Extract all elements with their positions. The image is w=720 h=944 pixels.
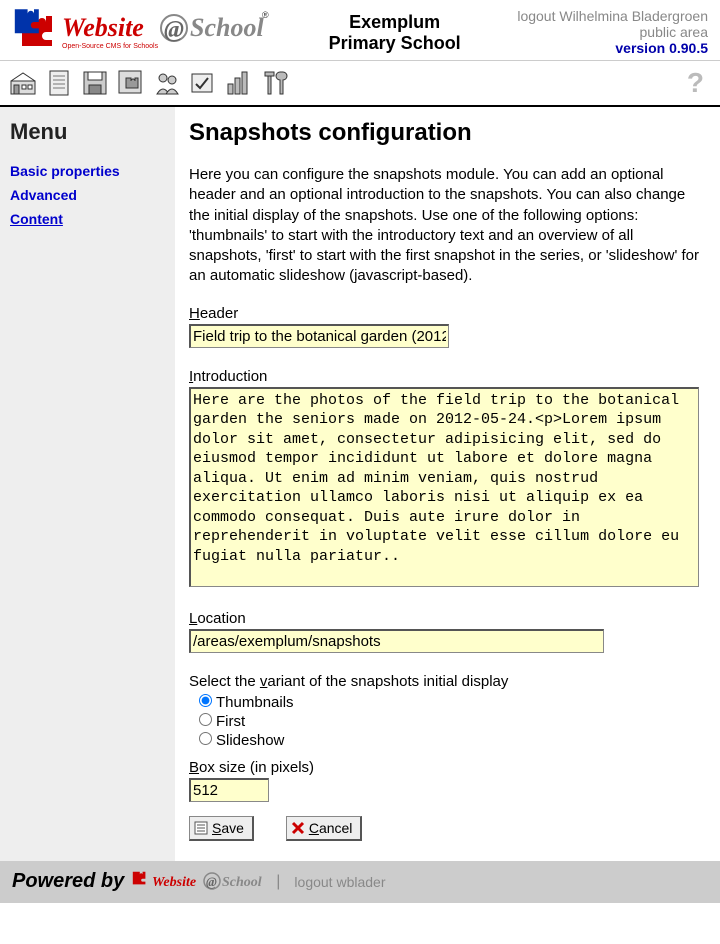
svg-text:®: ® — [262, 10, 269, 20]
puzzle-icon — [15, 9, 52, 46]
stats-icon[interactable] — [224, 68, 254, 98]
sidebar-item-content[interactable]: Content — [10, 211, 165, 227]
svg-text:Website: Website — [62, 13, 144, 42]
svg-text:School: School — [222, 875, 262, 890]
variant-thumbnails-radio[interactable] — [199, 694, 212, 707]
boxsize-label: Box size (in pixels) — [189, 759, 700, 776]
header-label: Header — [189, 305, 700, 322]
introduction-label: Introduction — [189, 368, 700, 385]
header-meta: logout Wilhelmina Bladergroen public are… — [517, 8, 708, 56]
intro-text: Here you can configure the snapshots mod… — [189, 165, 700, 287]
footer: Powered by Website @ School | logout wbl… — [0, 861, 720, 903]
home-icon[interactable] — [8, 68, 38, 98]
svg-text:Website: Website — [152, 875, 196, 890]
powered-by-text: Powered by — [12, 870, 124, 893]
cancel-icon — [291, 821, 305, 835]
variant-slideshow-radio[interactable] — [199, 732, 212, 745]
sidebar-title: Menu — [10, 119, 165, 145]
svg-text:@: @ — [164, 17, 184, 43]
location-input[interactable] — [189, 629, 604, 653]
sidebar: Menu Basic properties Advanced Content — [0, 107, 175, 861]
page-icon[interactable] — [44, 68, 74, 98]
toolbar: ? — [0, 61, 720, 107]
variant-first-radio[interactable] — [199, 713, 212, 726]
site-title: Exemplum Primary School — [272, 8, 517, 54]
help-icon[interactable]: ? — [687, 67, 712, 99]
footer-logo[interactable]: Website @ School — [130, 869, 270, 895]
version-text: version 0.90.5 — [615, 40, 708, 56]
boxsize-input[interactable] — [189, 778, 269, 802]
content-container: Menu Basic properties Advanced Content S… — [0, 107, 720, 861]
page-title: Snapshots configuration — [189, 119, 700, 147]
config-icon[interactable] — [188, 68, 218, 98]
main-panel: Snapshots configuration Here you can con… — [175, 107, 720, 861]
modules-icon[interactable] — [116, 68, 146, 98]
page-header: Website @ School Open-Source CMS for Sch… — [0, 0, 720, 61]
svg-text:School: School — [190, 13, 264, 42]
introduction-textarea[interactable] — [189, 387, 699, 587]
svg-text:Open-Source CMS for Schools: Open-Source CMS for Schools — [62, 43, 159, 50]
sidebar-item-basic[interactable]: Basic properties — [10, 163, 165, 179]
logout-link[interactable]: logout Wilhelmina Bladergroen — [517, 8, 708, 24]
sidebar-item-advanced[interactable]: Advanced — [10, 187, 165, 203]
button-row: Save Cancel — [189, 816, 700, 841]
variant-radio-group: Thumbnails First Slideshow — [199, 694, 700, 749]
footer-logout-link[interactable]: logout wblader — [294, 874, 385, 890]
save-button[interactable]: Save — [189, 816, 254, 841]
location-label: Location — [189, 610, 700, 627]
tools-icon[interactable] — [260, 68, 290, 98]
users-icon[interactable] — [152, 68, 182, 98]
svg-text:@: @ — [206, 874, 217, 889]
logo[interactable]: Website @ School Open-Source CMS for Sch… — [12, 8, 272, 52]
header-input[interactable] — [189, 324, 449, 348]
variant-label: Select the variant of the snapshots init… — [189, 673, 700, 690]
save-icon — [194, 821, 208, 835]
public-area-link[interactable]: public area — [640, 24, 709, 40]
cancel-button[interactable]: Cancel — [286, 816, 363, 841]
save-disk-icon[interactable] — [80, 68, 110, 98]
